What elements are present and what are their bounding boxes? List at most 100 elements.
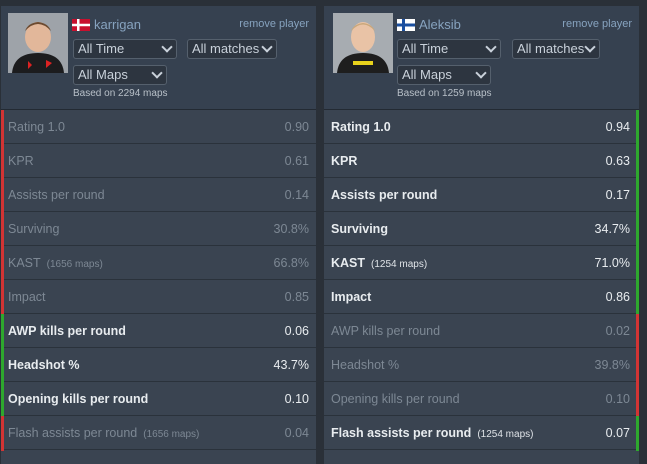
chevron-down-icon [475,67,487,79]
maps-filter-value: All Maps [78,67,128,82]
maps-count-text: Based on 2294 maps [73,88,168,99]
comparison-indicator-bar [636,416,639,451]
chevron-down-icon [584,41,596,53]
stat-label-text: Rating 1.0 [331,120,391,134]
stat-label-text: KPR [331,154,358,168]
stat-label: KAST (1254 maps) [331,246,427,282]
comparison-indicator-bar [1,416,4,451]
stat-label: KPR [8,144,34,178]
stat-value: 30.8% [273,222,309,236]
player-panel-1: karrigan remove player All Time All matc… [1,6,316,464]
stat-label: Opening kills per round [8,382,148,416]
player-photo [8,13,68,73]
stat-value: 71.0% [594,256,630,270]
comparison-indicator-bar [636,348,639,383]
time-filter-select[interactable]: All Time [73,39,177,59]
stat-label: Flash assists per round (1656 maps) [8,416,199,452]
maps-filter-select[interactable]: All Maps [397,65,491,85]
finland-flag-icon [397,18,415,31]
stat-row: KAST (1254 maps) 71.0% [324,246,639,282]
stat-value: 0.94 [605,120,630,134]
stat-label: Surviving [8,212,59,246]
stat-label-text: Flash assists per round [8,426,138,440]
comparison-indicator-bar [636,178,639,213]
stat-row: KAST (1656 maps) 66.8% [1,246,316,282]
comparison-indicator-bar [636,144,639,179]
player-name-link[interactable]: Aleksib [419,17,461,32]
stat-label: Impact [331,280,371,314]
stat-label-text: KAST [8,256,41,270]
stat-label-text: Rating 1.0 [8,120,65,134]
stat-label: Surviving [331,212,388,246]
stat-value: 0.63 [605,154,630,168]
remove-player-link[interactable]: remove player [239,18,309,30]
stat-label: AWP kills per round [331,314,440,348]
player-photo [333,13,393,73]
remove-player-link[interactable]: remove player [562,18,632,30]
stat-value: 0.02 [605,324,630,338]
time-filter-select[interactable]: All Time [397,39,501,59]
stat-label: KPR [331,144,357,178]
stats-list: Rating 1.0 0.94 KPR 0.63 Assists per round 0.… [324,110,639,451]
player-name-link[interactable]: karrigan [94,17,141,32]
denmark-flag-icon [72,18,90,31]
stat-label: Assists per round [331,178,437,212]
stat-label: KAST (1656 maps) [8,246,103,282]
stat-row: Assists per round 0.14 [1,178,316,213]
stat-label-text: Surviving [331,222,388,236]
stats-list: Rating 1.0 0.90 KPR 0.61 Assists per round 0.… [1,110,316,452]
stat-label: Rating 1.0 [8,110,65,144]
matches-filter-select[interactable]: All matches [187,39,277,59]
stat-label-text: Assists per round [331,188,438,202]
comparison-indicator-bar [1,314,4,349]
stat-row: Assists per round 0.17 [324,178,639,213]
stat-row: Headshot % 39.8% [324,348,639,383]
time-filter-value: All Time [402,41,449,56]
comparison-indicator-bar [636,246,639,281]
stat-label-text: Opening kills per round [331,392,460,406]
stat-row: Impact 0.86 [324,280,639,315]
stat-value: 0.14 [284,188,309,202]
stat-label: Assists per round [8,178,105,212]
player-header: Aleksib remove player All Time All match… [324,6,639,110]
stat-row: Opening kills per round 0.10 [324,382,639,417]
stat-label-text: Surviving [8,222,60,236]
stat-label-text: Opening kills per round [8,392,149,406]
stat-label: Headshot % [331,348,399,382]
stat-value: 0.86 [605,290,630,304]
maps-filter-value: All Maps [402,67,452,82]
comparison-indicator-bar [636,314,639,349]
stat-label-text: Impact [331,290,372,304]
stat-row: Rating 1.0 0.90 [1,110,316,145]
stat-label: AWP kills per round [8,314,126,348]
stat-row: KPR 0.61 [1,144,316,179]
stat-row: Flash assists per round (1656 maps) 0.04 [1,416,316,452]
stat-value: 0.07 [605,426,630,440]
maps-count-text: Based on 1259 maps [397,88,492,99]
stat-value: 0.10 [284,392,309,406]
stat-note: (1254 maps) [371,259,428,270]
comparison-indicator-bar [636,280,639,315]
stat-row: Surviving 34.7% [324,212,639,247]
comparison-indicator-bar [1,246,4,281]
chevron-down-icon [151,67,163,79]
stat-row: KPR 0.63 [324,144,639,179]
matches-filter-select[interactable]: All matches [512,39,600,59]
maps-filter-select[interactable]: All Maps [73,65,167,85]
stat-label: Impact [8,280,46,314]
comparison-indicator-bar [1,178,4,213]
comparison-indicator-bar [1,280,4,315]
stat-row: Rating 1.0 0.94 [324,110,639,145]
stat-label-text: Headshot % [8,358,80,372]
comparison-indicator-bar [1,110,4,145]
stat-label-text: Flash assists per round [331,426,472,440]
stat-value: 34.7% [594,222,630,236]
stat-value: 0.90 [284,120,309,134]
stat-row: Impact 0.85 [1,280,316,315]
stat-row: AWP kills per round 0.06 [1,314,316,349]
comparison-indicator-bar [1,144,4,179]
stat-row: Flash assists per round (1254 maps) 0.07 [324,416,639,451]
stat-label-text: KPR [8,154,34,168]
stat-note: (1656 maps) [143,429,200,440]
comparison-indicator-bar [1,212,4,247]
